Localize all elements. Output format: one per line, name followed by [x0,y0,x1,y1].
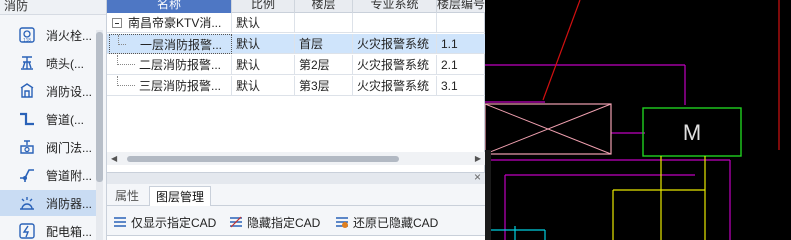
sidebar-item-hydrant[interactable]: 118 消火栓... [0,22,96,48]
show-only-cad-label: 仅显示指定CAD [131,215,217,230]
sidebar-item-label: 管道附... [46,168,93,183]
tab-layer-management[interactable]: 图层管理 [149,186,212,206]
distribution-box-icon [18,222,36,240]
hydrant-icon: 118 [18,26,36,44]
sidebar-item-sprinkler[interactable]: 喷头(... [0,50,96,76]
bottom-panel: × 属性 图层管理 仅显示指定CAD 隐藏指定CAD 还原已隐藏CAD [107,170,485,240]
cad-canvas[interactable]: M [485,0,791,240]
table-row[interactable]: 二层消防报警... 默认 第2层 火灾报警系统 2.1 [107,55,485,75]
close-icon[interactable]: × [474,170,481,184]
row-name: 二层消防报警... [139,58,222,72]
sidebar-item-fire-device[interactable]: 消防设... [0,78,96,104]
column-header-scale[interactable]: 比例 [232,0,295,13]
row-floor-no: 1.1 [441,37,458,51]
sidebar-item-label: 喷头(... [46,56,84,71]
row-floor-no: 3.1 [441,79,458,93]
svg-text:118: 118 [23,38,31,43]
row-name: 一层消防报警... [140,38,223,52]
sidebar-item-label: 消防器... [46,196,93,211]
horizontal-scrollbar-thumb[interactable] [127,156,399,162]
sprinkler-icon [18,54,36,72]
bottom-tabs: 属性 图层管理 [107,184,485,206]
table-row[interactable]: 一层消防报警... 默认 首层 火灾报警系统 1.1 [107,34,485,54]
valve-icon [18,138,36,156]
tree-line [117,55,135,65]
fire-device-icon [18,82,36,100]
row-floor-no [437,13,485,33]
row-floor-no: 2.1 [441,58,458,72]
row-system [353,13,437,33]
sidebar-scrollbar[interactable] [96,30,103,240]
restore-icon [335,215,349,229]
sidebar-title: 消防 [0,0,106,15]
scroll-right-icon[interactable]: ▶ [475,154,481,163]
row-system: 火灾报警系统 [353,34,437,54]
tree-line [118,35,126,45]
panel-titlebar: × [107,170,485,184]
row-name: 南昌帝豪KTV消... [128,16,222,30]
hide-icon [229,215,243,229]
table-header: 名称 比例 楼层 专业系统 楼层编号 [107,0,485,13]
sidebar-item-label: 消火栓... [46,28,93,43]
scroll-left-icon[interactable]: ◀ [111,154,117,163]
cad-motor-label: M [683,120,701,145]
row-name: 三层消防报警... [139,79,222,93]
row-system: 火灾报警系统 [353,55,437,75]
hide-cad-button[interactable]: 隐藏指定CAD [229,211,320,233]
restore-hidden-cad-button[interactable]: 还原已隐藏CAD [335,211,438,233]
sidebar-item-label: 消防设... [46,84,93,99]
panel-splitter[interactable] [485,150,491,240]
column-header-floor[interactable]: 楼层 [295,0,353,13]
sidebar-item-valve[interactable]: 阀门法... [0,134,96,160]
restore-hidden-cad-label: 还原已隐藏CAD [353,215,439,230]
horizontal-scrollbar[interactable]: ◀ ▶ [107,152,485,165]
row-floor: 首层 [295,34,353,54]
row-scale: 默认 [232,13,295,33]
column-header-system[interactable]: 专业系统 [353,0,437,13]
hide-cad-label: 隐藏指定CAD [247,215,321,230]
sidebar-item-label: 配电箱... [46,224,93,239]
pipe-icon [18,110,36,128]
row-floor [295,13,353,33]
collapse-toggle-icon[interactable] [112,18,122,28]
cad-drawing: M [485,0,780,240]
sidebar-item-label: 阀门法... [46,140,93,155]
sidebar-item-fire-alarm[interactable]: 消防器... [0,190,96,216]
show-only-icon [113,215,127,229]
sidebar-item-pipe[interactable]: 管道(... [0,106,96,132]
row-floor: 第3层 [295,76,353,96]
row-system: 火灾报警系统 [353,76,437,96]
drawing-list-panel: 名称 比例 楼层 专业系统 楼层编号 南昌帝豪KTV消... 默认 一层消防报警… [107,0,485,172]
table-row[interactable]: 三层消防报警... 默认 第3层 火灾报警系统 3.1 [107,76,485,96]
fire-alarm-icon [18,194,36,212]
sidebar-item-pipe-fitting[interactable]: 管道附... [0,162,96,188]
sidebar-scrollbar-thumb[interactable] [96,32,103,182]
show-only-cad-button[interactable]: 仅显示指定CAD [113,211,216,233]
row-scale: 默认 [232,34,295,54]
sidebar: 消防 118 消火栓... 喷头(... 消防设... 管道(... 阀门法..… [0,0,107,240]
sidebar-item-label: 管道(... [46,112,84,127]
table-row[interactable]: 南昌帝豪KTV消... 默认 [107,13,485,33]
column-header-name[interactable]: 名称 [107,0,232,13]
row-scale: 默认 [232,55,295,75]
tab-properties[interactable]: 属性 [109,186,145,206]
cad-line [542,0,581,101]
layer-toolbar: 仅显示指定CAD 隐藏指定CAD 还原已隐藏CAD [107,211,485,233]
tree-line [117,76,135,86]
pipe-fitting-icon [18,166,36,184]
column-header-floor-no[interactable]: 楼层编号 [437,0,485,13]
row-floor: 第2层 [295,55,353,75]
layer-grid [107,235,485,240]
sidebar-item-distribution-box[interactable]: 配电箱... [0,218,96,240]
row-scale: 默认 [232,76,295,96]
